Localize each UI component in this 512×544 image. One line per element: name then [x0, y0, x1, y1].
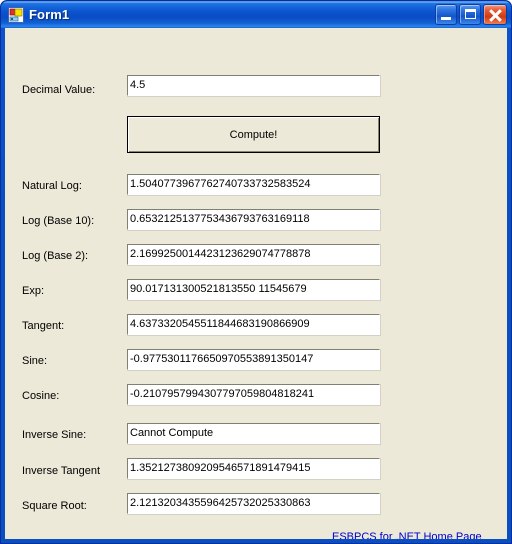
log-base-2-field-frame: 2.1699250014423123629074778878: [127, 244, 381, 266]
log-base-10-field[interactable]: 0.6532125137753436793763169118: [127, 209, 380, 230]
inverse-sine-field-frame: Cannot Compute: [127, 423, 381, 445]
minimize-button[interactable]: [435, 4, 457, 25]
sine-field-frame: -0.9775301176650970553891350147: [127, 349, 381, 371]
cosine-label: Cosine:: [22, 390, 60, 402]
cosine-field-frame: -0.2107957994307797059804818241: [127, 384, 381, 406]
caption-button-group: [433, 4, 507, 25]
tangent-field-frame: 4.6373320545511844683190866909: [127, 314, 381, 336]
form-client-area: Decimal Value: 4.5 Compute! Natural Log:…: [5, 28, 507, 539]
close-button[interactable]: [483, 4, 507, 25]
inverse-tangent-label: Inverse Tangent: [22, 465, 101, 477]
tangent-field[interactable]: 4.6373320545511844683190866909: [127, 314, 380, 335]
exp-field[interactable]: 90.017131300521813550 11545679: [127, 279, 380, 300]
log-base-2-label: Log (Base 2):: [22, 250, 89, 262]
natural-log-field-frame: 1.5040773967762740733732583524: [127, 174, 381, 196]
inverse-sine-label: Inverse Sine:: [22, 429, 87, 441]
cosine-field[interactable]: -0.2107957994307797059804818241: [127, 384, 380, 405]
log-base-2-field[interactable]: 2.1699250014423123629074778878: [127, 244, 380, 265]
application-window: Form1 Decimal Value: 4.5 Compute! Natura…: [0, 0, 512, 544]
inverse-tangent-field-frame: 1.3521273809209546571891479415: [127, 458, 381, 480]
square-root-field[interactable]: 2.1213203435596425732025330863: [127, 493, 380, 514]
log-base-10-label: Log (Base 10):: [22, 215, 95, 227]
exp-field-frame: 90.017131300521813550 11545679: [127, 279, 381, 301]
window-title: Form1: [29, 7, 70, 22]
tangent-label: Tangent:: [22, 320, 65, 332]
title-bar[interactable]: Form1: [1, 1, 511, 28]
inverse-sine-field[interactable]: Cannot Compute: [127, 423, 380, 444]
exp-label: Exp:: [22, 285, 45, 297]
decimal-value-input[interactable]: 4.5: [127, 75, 380, 96]
decimal-value-label: Decimal Value:: [22, 84, 96, 96]
sine-label: Sine:: [22, 355, 48, 367]
square-root-label: Square Root:: [22, 500, 87, 512]
form-designer-icon: [8, 6, 24, 23]
log-base-10-field-frame: 0.6532125137753436793763169118: [127, 209, 381, 231]
inverse-tangent-field[interactable]: 1.3521273809209546571891479415: [127, 458, 380, 479]
decimal-value-input-frame: 4.5: [127, 75, 381, 97]
esbpcs-home-page-link[interactable]: ESBPCS for .NET Home Page: [332, 531, 482, 539]
natural-log-label: Natural Log:: [22, 180, 82, 192]
sine-field[interactable]: -0.9775301176650970553891350147: [127, 349, 380, 370]
natural-log-field[interactable]: 1.5040773967762740733732583524: [127, 174, 380, 195]
maximize-button[interactable]: [459, 4, 481, 25]
square-root-field-frame: 2.1213203435596425732025330863: [127, 493, 381, 515]
compute-button[interactable]: Compute!: [127, 116, 380, 153]
